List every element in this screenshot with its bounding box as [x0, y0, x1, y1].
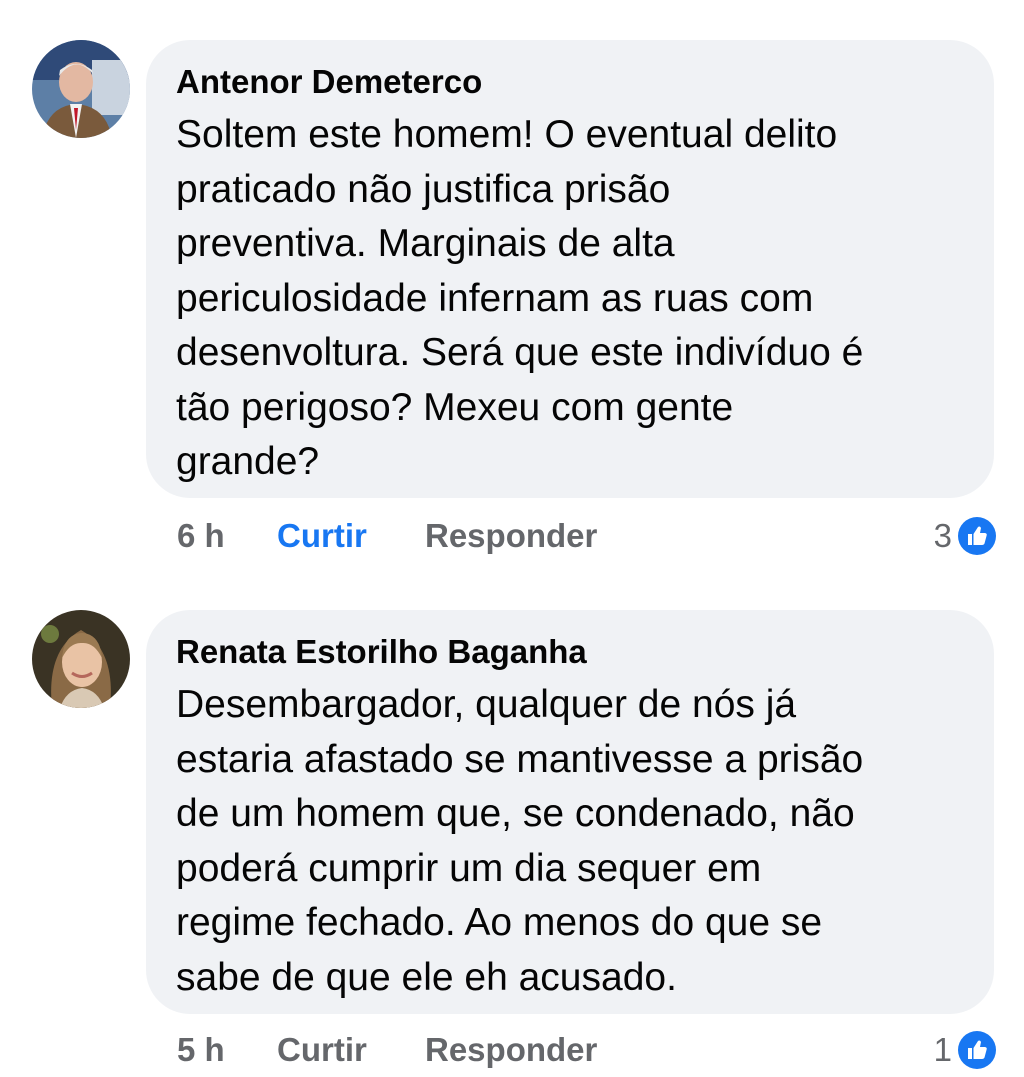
comment-line: praticado não justifica prisão [176, 167, 671, 211]
comment-text: Soltem este homem! O eventual delito pra… [176, 108, 964, 490]
comment-line: desenvoltura. Será que este indivíduo é [176, 331, 864, 374]
thumbs-up-icon [958, 1031, 996, 1069]
comment-line: grande? [176, 440, 320, 483]
comment-text: Desembargador, qualquer de nós já estari… [176, 678, 964, 1005]
reaction-summary[interactable]: 1 [900, 1028, 996, 1072]
reaction-count: 1 [933, 1031, 952, 1068]
reaction-summary[interactable]: 3 [900, 514, 996, 558]
avatar[interactable] [32, 40, 130, 138]
comment-line: Soltem este homem! O eventual delito [176, 113, 838, 156]
like-button[interactable]: Curtir [277, 1028, 367, 1072]
comment-line: sabe de que ele eh acusado. [176, 955, 677, 999]
reaction-count: 3 [933, 517, 952, 554]
comment-line: regime fechado. Ao menos do que se [176, 901, 823, 944]
comment-line: Desembargador, qualquer de nós já [176, 683, 797, 726]
comment-line: poderá cumprir um dia sequer em [176, 846, 762, 890]
reply-button[interactable]: Responder [425, 1028, 597, 1072]
timestamp[interactable]: 5 h [177, 1028, 225, 1072]
comment-line: tão perigoso? Mexeu com gente [176, 385, 734, 429]
reply-button[interactable]: Responder [425, 514, 597, 558]
avatar[interactable] [32, 610, 130, 708]
comment-line: periculosidade infernam as ruas com [176, 276, 814, 320]
like-button[interactable]: Curtir [277, 514, 367, 558]
author-name[interactable]: Antenor Demeterco [176, 62, 964, 102]
comment-line: estaria afastado se mantivesse a prisão [176, 737, 864, 781]
comment-bubble: Renata Estorilho Baganha Desembargador, … [146, 610, 994, 1014]
timestamp[interactable]: 6 h [177, 514, 225, 558]
comment-line: preventiva. Marginais de alta [176, 222, 675, 265]
comment-line: de um homem que, se condenado, não [176, 792, 855, 835]
comment-bubble: Antenor Demeterco Soltem este homem! O e… [146, 40, 994, 498]
thumbs-up-icon [958, 517, 996, 555]
author-name[interactable]: Renata Estorilho Baganha [176, 632, 964, 672]
